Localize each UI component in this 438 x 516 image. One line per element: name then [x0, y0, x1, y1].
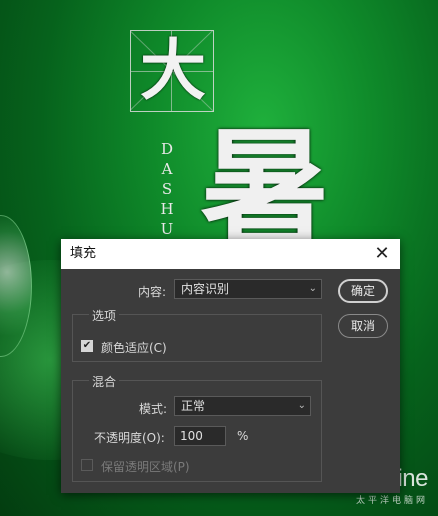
content-select[interactable]: 内容识别 ⌄ [174, 279, 322, 299]
content-select-value: 内容识别 [181, 282, 230, 296]
cancel-button[interactable]: 取消 [338, 314, 388, 338]
ok-button[interactable]: 确定 [338, 279, 388, 303]
watermark-subtitle: 太平洋电脑网 [355, 496, 428, 506]
headline-character: 大 [140, 31, 206, 109]
preserve-transparency-label[interactable]: 保留透明区域(P) [101, 458, 190, 475]
color-adapt-checkbox[interactable]: ✔ [81, 340, 93, 352]
mode-select[interactable]: 正常 ⌄ [174, 396, 311, 416]
opacity-input[interactable]: 100 [174, 426, 226, 446]
color-adapt-label[interactable]: 颜色适应(C) [101, 339, 167, 356]
mode-select-value: 正常 [181, 399, 206, 413]
preserve-transparency-checkbox[interactable] [81, 459, 93, 471]
vertical-pinyin-text: DASHU [158, 140, 176, 240]
dialog-titlebar[interactable]: 填充 ✕ [61, 239, 400, 269]
chevron-down-icon: ⌄ [297, 400, 306, 411]
opacity-label: 不透明度(O): [94, 431, 165, 445]
close-icon[interactable]: ✕ [370, 242, 394, 266]
mode-label: 模式: [139, 402, 168, 416]
opacity-unit: % [237, 429, 249, 443]
fill-dialog: 填充 ✕ 内容: 内容识别 ⌄ 确定 取消 选项 ✔ 颜色适应(C) 混合 模式… [61, 239, 400, 493]
options-group-title: 选项 [89, 307, 120, 324]
dialog-title: 填充 [70, 246, 97, 261]
chevron-down-icon: ⌄ [308, 283, 317, 294]
blend-group-title: 混合 [89, 373, 120, 390]
content-label: 内容: [138, 285, 167, 299]
